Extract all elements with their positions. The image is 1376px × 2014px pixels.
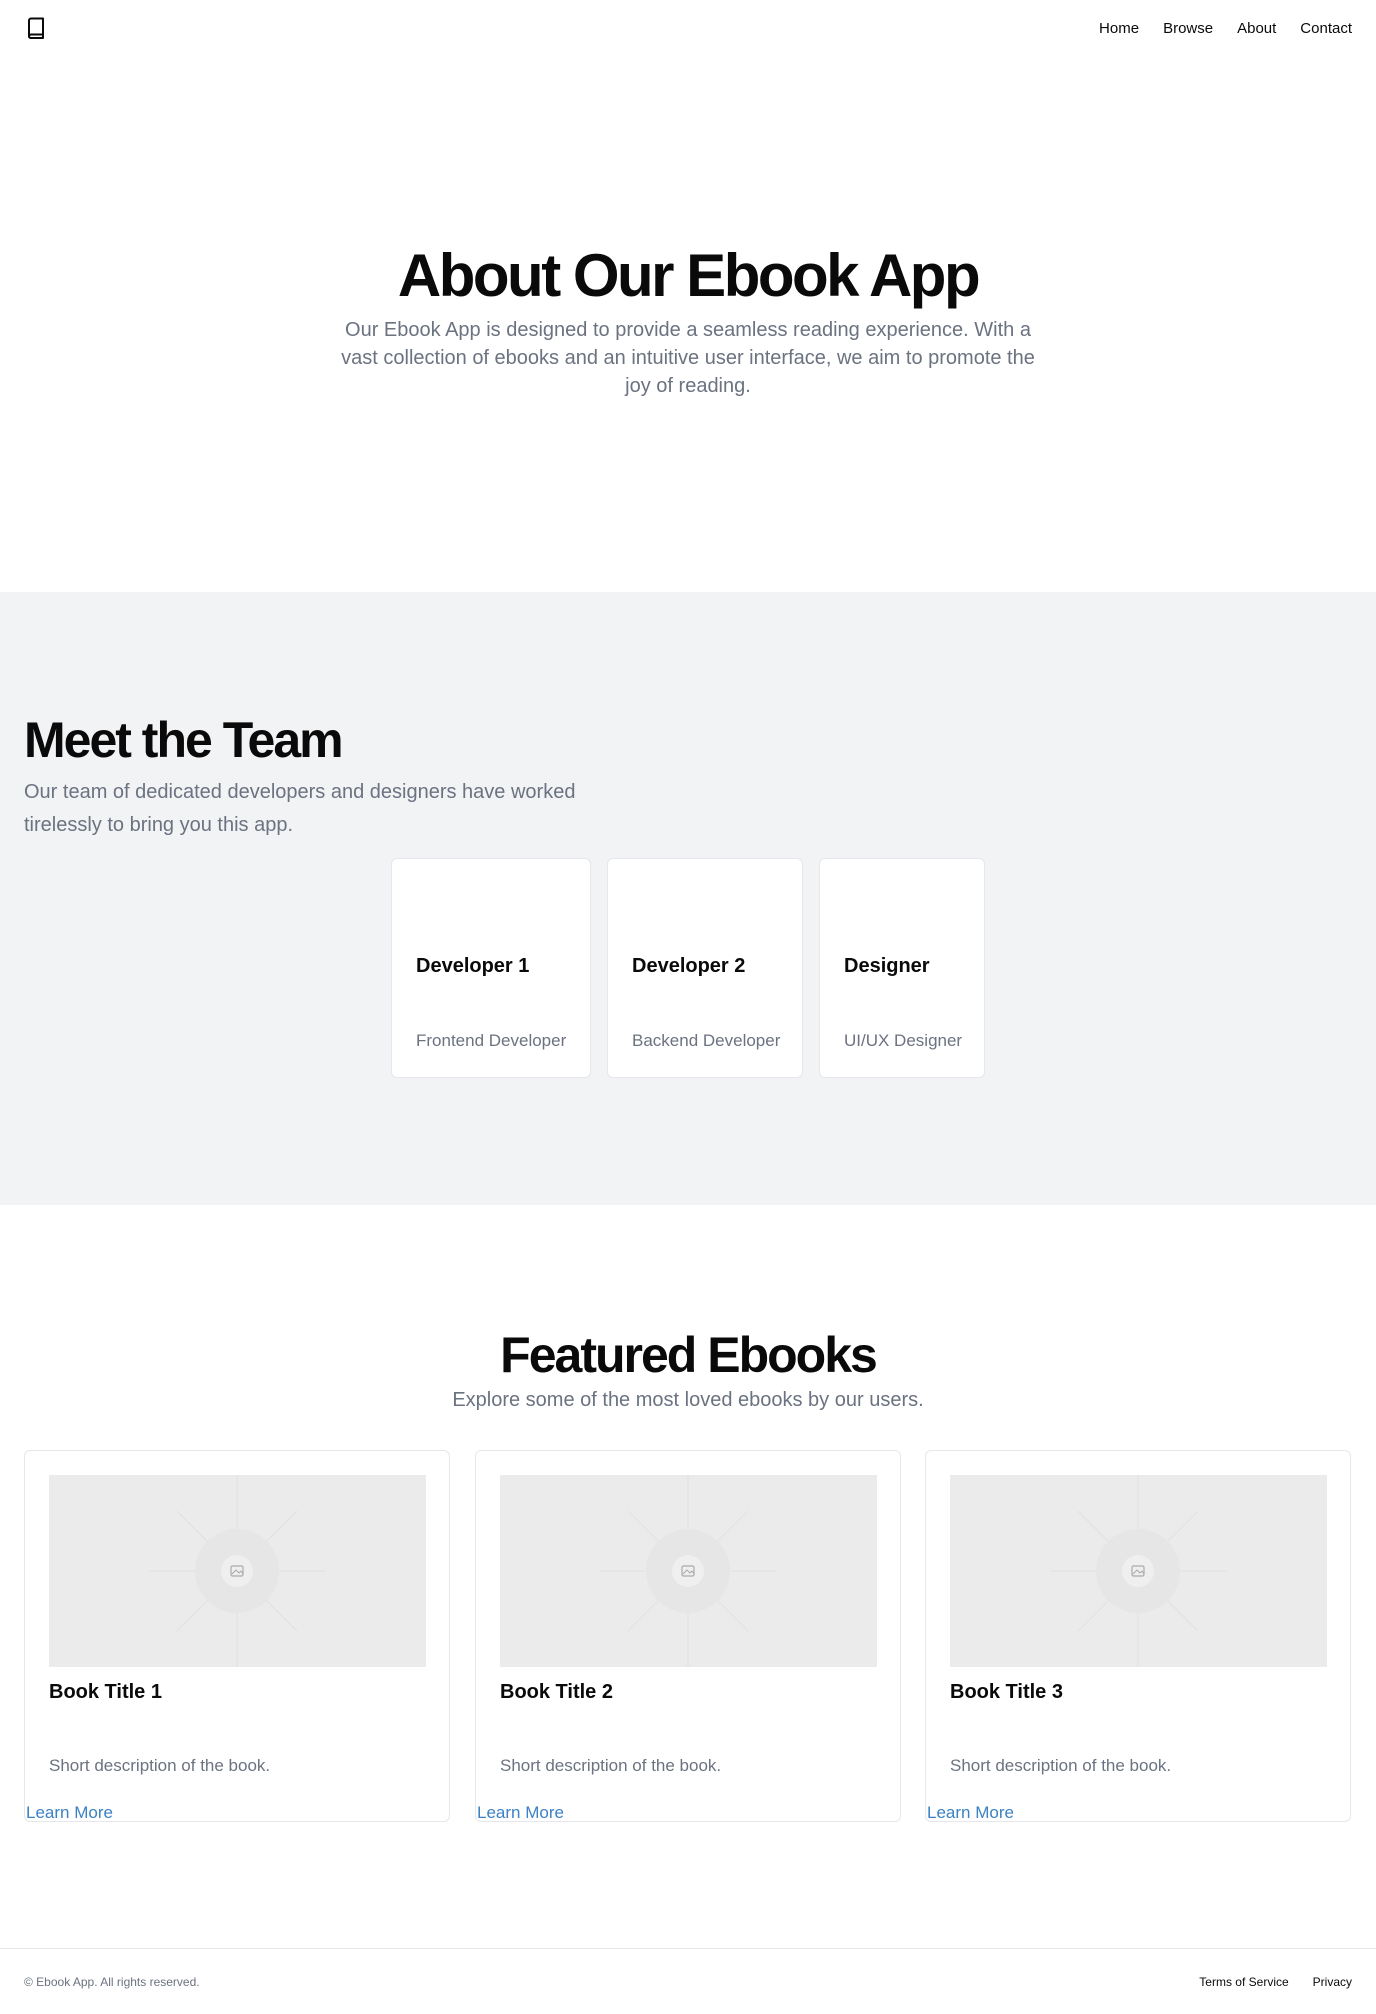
team-title: Meet the Team [24, 712, 344, 768]
footer-links: Terms of Service Privacy [1199, 1975, 1352, 1989]
book-description: Short description of the book. [500, 1756, 722, 1775]
hero-section: About Our Ebook App Our Ebook App is des… [0, 56, 1376, 592]
book-card-3: Book Title 3 Short description of the bo… [925, 1450, 1351, 1822]
main-nav: Home Browse About Contact [1099, 20, 1352, 37]
team-member-name: Designer [844, 955, 930, 977]
learn-more-link[interactable]: Learn More [26, 1803, 113, 1823]
nav-home[interactable]: Home [1099, 20, 1139, 37]
site-header: Home Browse About Contact [0, 0, 1376, 56]
team-member-name: Developer 2 [632, 955, 746, 977]
learn-more-link[interactable]: Learn More [927, 1803, 1014, 1823]
team-member-role: UI/UX Designer [844, 1031, 963, 1050]
team-card-developer-2: Developer 2 Backend Developer [607, 858, 803, 1078]
team-member-role: Frontend Developer [416, 1031, 567, 1050]
book-icon[interactable] [24, 16, 48, 40]
featured-description: Explore some of the most loved ebooks by… [452, 1389, 924, 1411]
hero-description: Our Ebook App is designed to provide a s… [341, 319, 1035, 397]
book-cover-image [49, 1475, 426, 1667]
site-footer: © Ebook App. All rights reserved. Terms … [0, 1948, 1376, 2014]
nav-browse[interactable]: Browse [1163, 20, 1213, 37]
team-description: Our team of dedicated developers and des… [24, 781, 576, 836]
image-placeholder-icon [149, 1475, 326, 1667]
featured-section: Featured Ebooks Explore some of the most… [0, 1205, 1376, 1948]
privacy-link[interactable]: Privacy [1313, 1975, 1352, 1989]
terms-link[interactable]: Terms of Service [1199, 1975, 1288, 1989]
book-cover-image [500, 1475, 877, 1667]
featured-title: Featured Ebooks [500, 1327, 878, 1383]
nav-about[interactable]: About [1237, 20, 1276, 37]
hero-title: About Our Ebook App [397, 242, 981, 309]
book-card-2: Book Title 2 Short description of the bo… [475, 1450, 901, 1822]
team-section: Meet the Team Our team of dedicated deve… [0, 592, 1376, 1205]
image-placeholder-icon [600, 1475, 777, 1667]
copyright-text: © Ebook App. All rights reserved. [24, 1974, 200, 1989]
team-member-role: Backend Developer [632, 1031, 781, 1050]
book-description: Short description of the book. [49, 1756, 271, 1775]
learn-more-link[interactable]: Learn More [477, 1803, 564, 1823]
nav-contact[interactable]: Contact [1300, 20, 1352, 37]
book-description: Short description of the book. [950, 1756, 1172, 1775]
book-card-1: Book Title 1 Short description of the bo… [24, 1450, 450, 1822]
team-card-developer-1: Developer 1 Frontend Developer [391, 858, 591, 1078]
team-member-name: Developer 1 [416, 955, 530, 977]
image-placeholder-icon [1050, 1475, 1227, 1667]
book-title: Book Title 3 [950, 1681, 1063, 1703]
book-cover-image [950, 1475, 1327, 1667]
team-card-designer: Designer UI/UX Designer [819, 858, 985, 1078]
book-title: Book Title 2 [500, 1681, 613, 1703]
book-title: Book Title 1 [49, 1681, 162, 1703]
